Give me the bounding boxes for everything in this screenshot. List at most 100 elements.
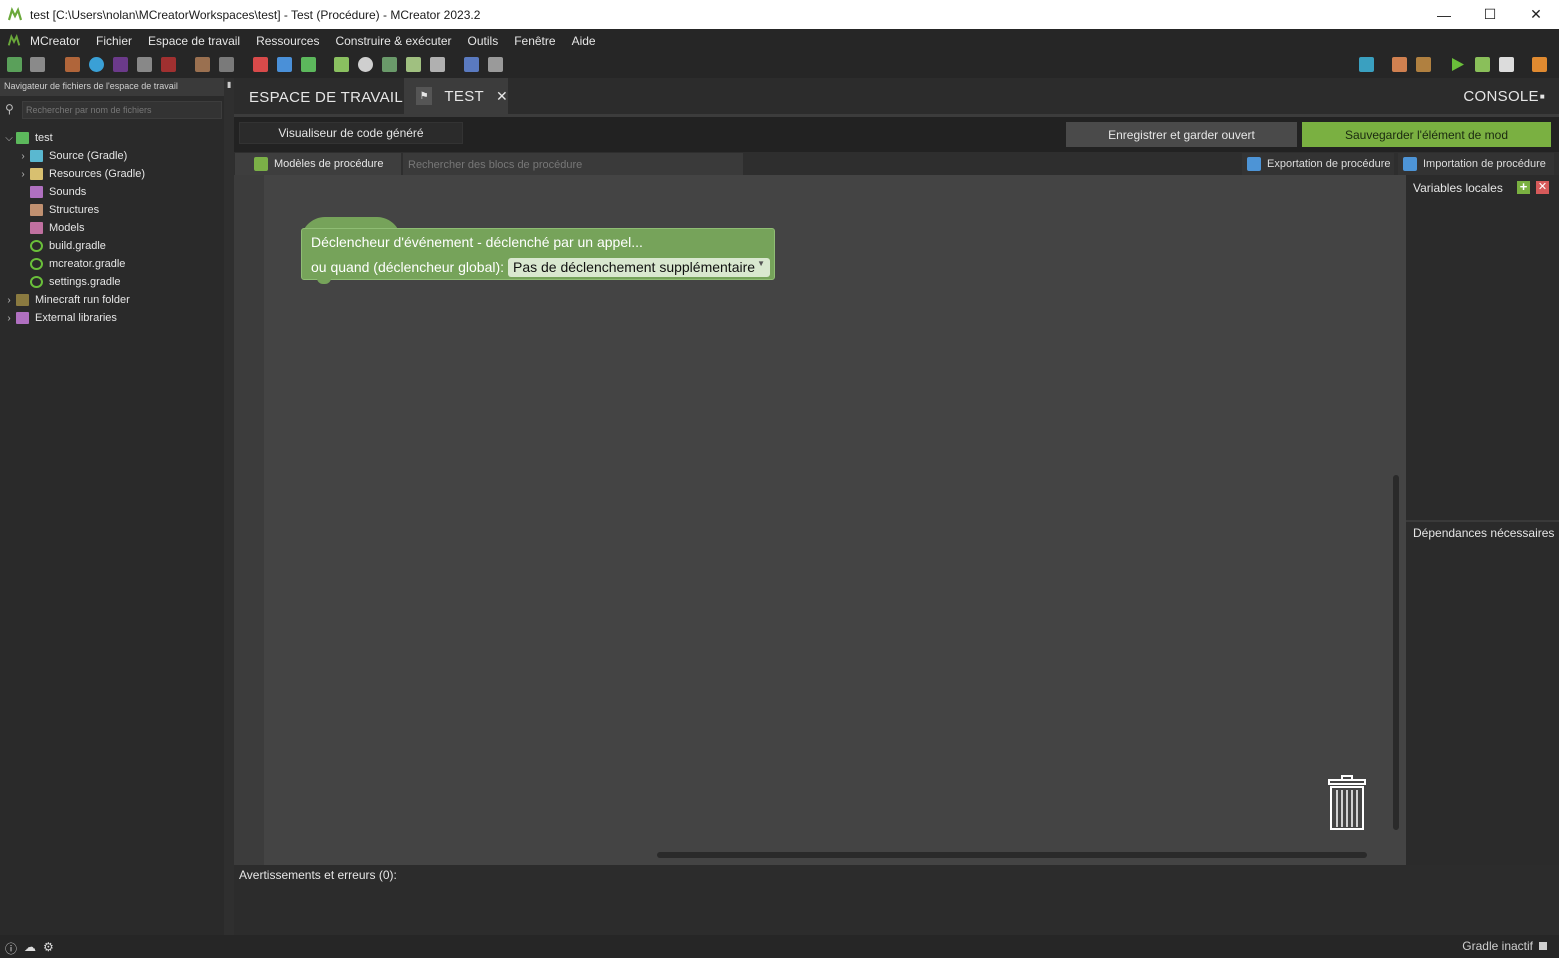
splitter-handle-icon[interactable]: ▮ xyxy=(227,80,231,89)
grid-green-icon[interactable] xyxy=(301,57,316,72)
panel-splitter[interactable]: ▮ xyxy=(224,78,234,935)
chevron-down-icon[interactable]: ⌵ xyxy=(2,133,16,144)
export-icon xyxy=(1247,157,1261,171)
import-model-icon[interactable] xyxy=(137,57,152,72)
tree-item-models[interactable]: Models xyxy=(16,219,84,237)
grid-blue-icon[interactable] xyxy=(277,57,292,72)
import-sound-icon[interactable] xyxy=(89,57,104,72)
code-viewer-button[interactable]: Visualiseur de code généré xyxy=(239,122,463,144)
menu-outils[interactable]: Outils xyxy=(468,34,499,48)
procedure-templates-button[interactable]: Modèles de procédure xyxy=(235,153,401,175)
file-browser-header: Navigateur de fichiers de l'espace de tr… xyxy=(0,78,224,96)
folder-icon[interactable] xyxy=(1359,57,1374,72)
gradle-file-icon xyxy=(30,240,43,252)
procedure-block-search-input[interactable]: Rechercher des blocs de procédure xyxy=(403,153,743,175)
tool-1-icon[interactable] xyxy=(334,57,349,72)
close-tab-icon[interactable]: ✕ xyxy=(496,88,508,105)
tree-item-external-libraries[interactable]: › External libraries xyxy=(2,309,117,327)
info-icon[interactable]: ⓘ xyxy=(5,940,17,957)
tree-item-label: Models xyxy=(49,222,85,234)
tree-item-test[interactable]: ⌵ test xyxy=(2,129,53,147)
gear-icon[interactable]: ⚙ xyxy=(43,940,54,954)
close-window-button[interactable]: ✕ xyxy=(1513,0,1559,29)
console-button[interactable]: CONSOLE ■ xyxy=(1463,78,1545,114)
new-element-icon[interactable] xyxy=(7,57,22,72)
texture-maker-icon[interactable] xyxy=(195,57,210,72)
vertical-scrollbar[interactable] xyxy=(1393,475,1399,830)
menu-fenetre[interactable]: Fenêtre xyxy=(514,34,555,48)
horizontal-scrollbar[interactable] xyxy=(657,852,1367,858)
chevron-right-icon[interactable]: › xyxy=(16,169,30,180)
event-trigger-block[interactable]: Déclencheur d'événement - déclenché par … xyxy=(301,217,775,284)
tree-item-build-gradle[interactable]: build.gradle xyxy=(16,237,106,255)
minecraft-folder-icon xyxy=(16,294,29,306)
gradle-file-icon xyxy=(30,258,43,270)
procedure-import-label: Importation de procédure xyxy=(1423,158,1546,170)
menu-aide[interactable]: Aide xyxy=(572,34,596,48)
status-bar: ⓘ ☁ ⚙ Gradle inactif xyxy=(0,935,1559,958)
tree-item-minecraft-run-folder[interactable]: › Minecraft run folder xyxy=(2,291,130,309)
menu-fichier[interactable]: Fichier xyxy=(96,34,132,48)
tree-item-settings-gradle[interactable]: settings.gradle xyxy=(16,273,121,291)
chevron-right-icon[interactable]: › xyxy=(2,313,16,324)
import-structure-icon[interactable] xyxy=(113,57,128,72)
procedure-export-button[interactable]: Exportation de procédure xyxy=(1242,153,1394,175)
grid-red-icon[interactable] xyxy=(253,57,268,72)
add-variable-icon[interactable]: + xyxy=(1517,180,1530,194)
menu-espace-de-travail[interactable]: Espace de travail xyxy=(148,34,240,48)
save-mod-element-button[interactable]: Sauvegarder l'élément de mod xyxy=(1302,122,1551,147)
console-dot-icon: ■ xyxy=(1539,91,1545,101)
hammer-icon[interactable] xyxy=(1416,57,1431,72)
tab-test[interactable]: ⚑ TEST ✕ xyxy=(404,78,508,117)
model-maker-icon[interactable] xyxy=(219,57,234,72)
run-server-icon[interactable] xyxy=(1475,57,1490,72)
import-texture-icon[interactable] xyxy=(65,57,80,72)
tree-item-label: settings.gradle xyxy=(49,276,121,288)
import-icon xyxy=(1403,157,1417,171)
chevron-right-icon[interactable]: › xyxy=(16,151,30,162)
tab-workspace[interactable]: ESPACE DE TRAVAIL xyxy=(234,78,404,117)
tree-item-structures[interactable]: Structures xyxy=(16,201,99,219)
workspace-icon[interactable] xyxy=(30,57,45,72)
export-mod-icon[interactable] xyxy=(1532,57,1547,72)
save-keep-open-button[interactable]: Enregistrer et garder ouvert xyxy=(1066,122,1297,147)
stop-icon[interactable] xyxy=(1499,57,1514,72)
procedure-import-button[interactable]: Importation de procédure xyxy=(1398,153,1554,175)
pencil-icon[interactable] xyxy=(488,57,503,72)
chevron-right-icon[interactable]: › xyxy=(2,295,16,306)
eraser-icon[interactable] xyxy=(1392,57,1407,72)
procedure-templates-label: Modèles de procédure xyxy=(274,158,384,170)
run-client-icon[interactable] xyxy=(1450,57,1465,72)
remove-variable-icon[interactable]: ✕ xyxy=(1536,181,1549,194)
mcreator-logo-icon xyxy=(7,6,23,20)
cloud-icon[interactable]: ☁ xyxy=(24,940,36,954)
minimize-button[interactable]: — xyxy=(1421,0,1467,29)
library-folder-icon xyxy=(16,312,29,324)
gradle-status-icon xyxy=(1539,942,1547,950)
menu-ressources[interactable]: Ressources xyxy=(256,34,319,48)
trash-can-icon[interactable] xyxy=(1326,775,1368,831)
mcreator-menu-logo-icon[interactable] xyxy=(7,33,21,48)
menu-mcreator[interactable]: MCreator xyxy=(30,34,80,48)
title-bar: test [C:\Users\nolan\MCreatorWorkspaces\… xyxy=(0,0,1559,29)
tool-2-icon[interactable] xyxy=(358,57,373,72)
tree-item-mcreator-gradle[interactable]: mcreator.gradle xyxy=(16,255,125,273)
tool-3-icon[interactable] xyxy=(382,57,397,72)
tool-6-icon[interactable] xyxy=(464,57,479,72)
warnings-panel: Avertissements et erreurs (0): xyxy=(234,865,1559,935)
tree-item-source[interactable]: › Source (Gradle) xyxy=(16,147,127,165)
tree-item-sounds[interactable]: Sounds xyxy=(16,183,86,201)
toolbar xyxy=(0,52,1559,78)
menu-construire-executer[interactable]: Construire & exécuter xyxy=(335,34,451,48)
tree-item-resources[interactable]: › Resources (Gradle) xyxy=(16,165,145,183)
import-animation-icon[interactable] xyxy=(161,57,176,72)
global-trigger-value: Pas de déclenchement supplémentaire xyxy=(513,259,756,275)
local-variables-title: Variables locales xyxy=(1413,181,1503,195)
tab-test-label: TEST xyxy=(444,87,484,105)
tool-4-icon[interactable] xyxy=(406,57,421,72)
tool-5-icon[interactable] xyxy=(430,57,445,72)
file-search-input[interactable]: Rechercher par nom de fichiers xyxy=(22,101,222,119)
global-trigger-dropdown[interactable]: Pas de déclenchement supplémentaire ▼ xyxy=(508,258,770,277)
dropdown-arrow-icon: ▼ xyxy=(757,259,765,268)
maximize-button[interactable]: ☐ xyxy=(1467,0,1513,29)
